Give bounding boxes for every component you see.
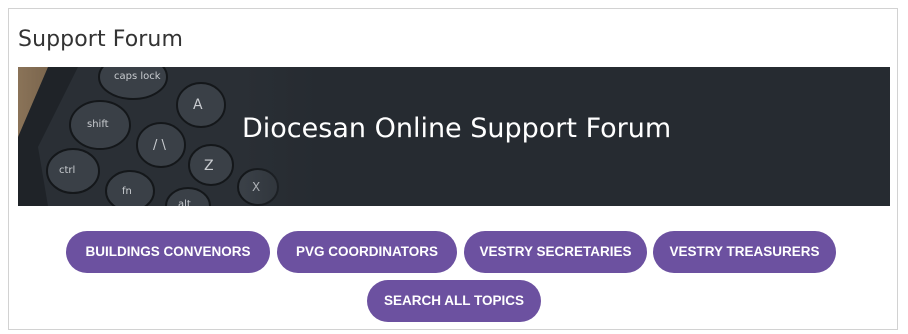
buildings-convenors-button[interactable]: BUILDINGS CONVENORS (66, 231, 270, 273)
forum-banner: caps lock shift ctrl fn A Z X alt / \ Di… (18, 67, 890, 206)
page-title: Support Forum (18, 27, 184, 52)
banner-heading: Diocesan Online Support Forum (242, 113, 672, 144)
vestry-treasurers-button[interactable]: VESTRY TREASURERS (653, 231, 836, 273)
vestry-secretaries-button[interactable]: VESTRY SECRETARIES (464, 231, 647, 273)
search-all-topics-button[interactable]: SEARCH ALL TOPICS (367, 280, 541, 322)
pvg-coordinators-button[interactable]: PVG COORDINATORS (277, 231, 457, 273)
support-forum-card: Support Forum Diocesan Online Support Fo… (8, 8, 898, 330)
